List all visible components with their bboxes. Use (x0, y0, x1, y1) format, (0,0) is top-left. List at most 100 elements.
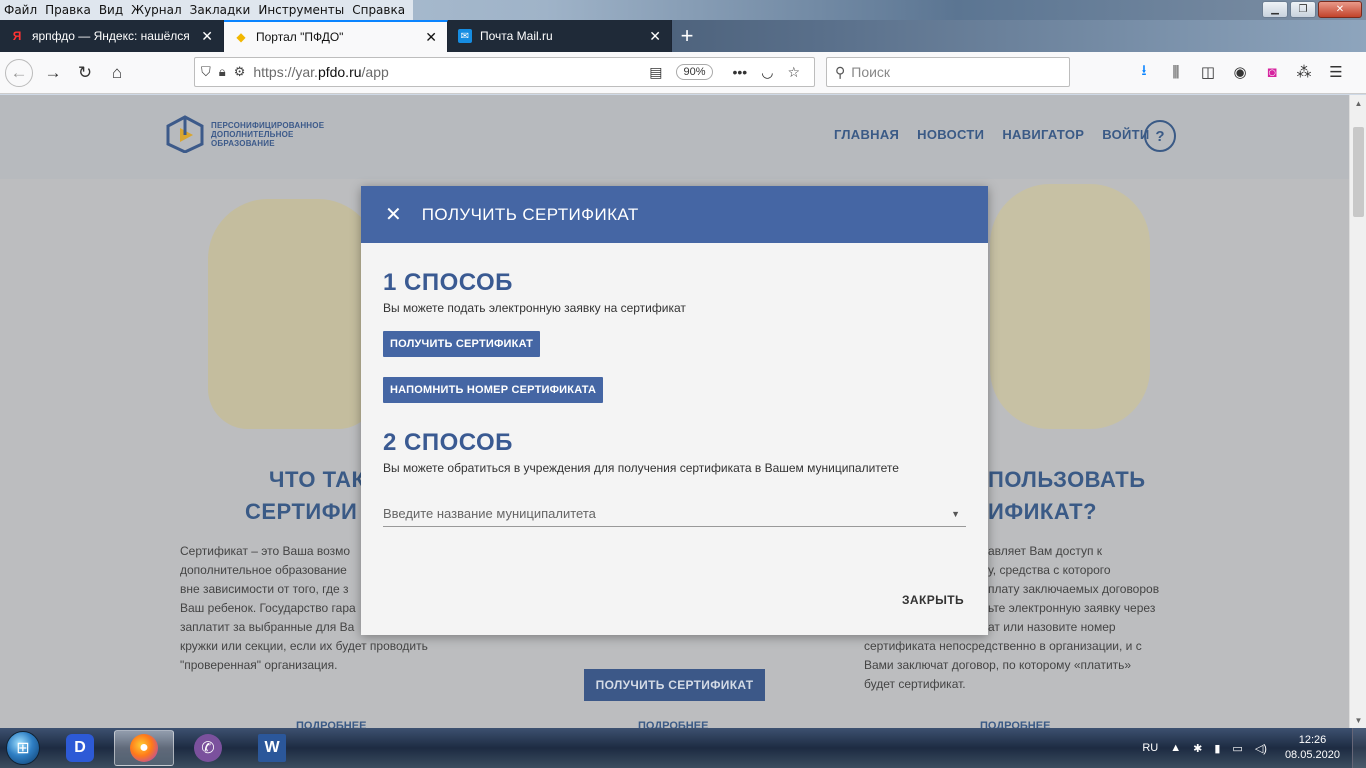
way2-description: Вы можете обратиться в учреждения для по… (383, 461, 899, 475)
search-placeholder: Поиск (851, 64, 891, 80)
account-icon[interactable]: ◉ (1228, 57, 1252, 87)
pfdo-logo-icon (165, 115, 205, 154)
taskbar-app-firefox[interactable]: ● (114, 730, 174, 766)
taskbar-app-viber[interactable]: ✆ (178, 730, 238, 766)
text-line: авляет Вам доступ к (988, 544, 1103, 558)
close-tab-icon[interactable]: ✕ (425, 29, 437, 46)
text-line: "проверенная" организация. (180, 658, 338, 672)
municipality-placeholder: Введите название муниципалитета (383, 506, 596, 521)
nav-navigator[interactable]: НАВИГАТОР (1002, 127, 1084, 142)
bluetooth-icon[interactable]: ✱ (1193, 742, 1202, 755)
bookmark-star-icon[interactable]: ☆ (787, 64, 800, 81)
battery-icon[interactable]: ▮ (1214, 742, 1220, 755)
extensions-icon[interactable]: ⁂ (1292, 57, 1316, 87)
permissions-icon[interactable]: ⚙ (234, 64, 246, 80)
back-button[interactable]: ← (5, 58, 33, 87)
tab-strip: Я ярпфдо — Яндекс: нашёлся 7... ✕ ◆ Порт… (0, 20, 1366, 52)
menu-bookmarks[interactable]: Закладки (186, 3, 255, 17)
way1-description: Вы можете подать электронную заявку на с… (383, 301, 686, 315)
close-tab-icon[interactable]: ✕ (649, 28, 661, 45)
menu-help[interactable]: Справка (348, 3, 409, 17)
logo-line: ОБРАЗОВАНИЕ (211, 138, 275, 148)
chevron-down-icon[interactable]: ▼ (951, 509, 960, 519)
instagram-icon[interactable]: ◙ (1260, 57, 1284, 87)
network-icon[interactable]: ▭ (1232, 742, 1242, 755)
taskbar-app-word[interactable]: W (242, 730, 302, 766)
start-button[interactable]: ⊞ (0, 728, 46, 768)
search-icon: ⚲ (835, 63, 846, 80)
page-scrollbar[interactable]: ▲ ▼ (1349, 95, 1366, 728)
url-bar[interactable]: ⛉ 🔒︎ ⚙ https://yar.pfdo.ru/app ▤ 90% •••… (194, 57, 815, 87)
system-tray: RU ▲ ✱ ▮ ▭ ◁) 12:26 08.05.2020 (1130, 728, 1340, 768)
menu-tools[interactable]: Инструменты (254, 3, 348, 17)
municipality-select[interactable]: Введите название муниципалитета ▼ (383, 501, 966, 527)
close-dialog-button[interactable]: ЗАКРЫТЬ (900, 587, 966, 613)
navigation-toolbar: ← → ↻ ⌂ ⛉ 🔒︎ ⚙ https://yar.pfdo.ru/app ▤… (0, 52, 1366, 94)
dialog-title: ПОЛУЧИТЬ СЕРТИФИКАТ (421, 204, 639, 224)
tray-expand-icon[interactable]: ▲ (1170, 742, 1181, 754)
dialog-header: ✕ ПОЛУЧИТЬ СЕРТИФИКАТ (361, 186, 988, 243)
menu-hamburger-icon[interactable]: ☰ (1324, 57, 1348, 87)
menu-edit[interactable]: Правка (41, 3, 95, 17)
reload-button[interactable]: ↻ (69, 57, 101, 89)
right-paragraph-rest: сертификата непосредственно в организаци… (864, 637, 1142, 694)
url-text[interactable]: https://yar.pfdo.ru/app (253, 64, 649, 80)
get-certificate-page-button[interactable]: ПОЛУЧИТЬ СЕРТИФИКАТ (584, 669, 765, 701)
sidebar-icon[interactable]: ◫ (1196, 57, 1220, 87)
show-desktop-button[interactable] (1352, 728, 1366, 768)
forward-button[interactable]: → (37, 57, 69, 89)
text-line: кружки или секции, если их будет проводи… (180, 639, 428, 653)
close-tab-icon[interactable]: ✕ (201, 28, 213, 45)
reader-view-icon[interactable]: ▤ (649, 64, 662, 81)
maximize-button[interactable]: ❐ (1290, 1, 1316, 18)
menu-history[interactable]: Журнал (127, 3, 186, 17)
library-icon[interactable]: ⫼ (1164, 57, 1188, 87)
windows-taskbar: ⊞ D ● ✆ W RU ▲ ✱ ▮ ▭ ◁) 12:26 08.05.2020 (0, 728, 1366, 768)
menu-file[interactable]: Файл (0, 3, 41, 17)
volume-icon[interactable]: ◁) (1255, 742, 1267, 755)
section-heading: ИФИКАТ? (988, 499, 1097, 524)
menu-view[interactable]: Вид (95, 3, 127, 17)
zoom-indicator[interactable]: 90% (676, 64, 713, 80)
download-icon[interactable]: ⭳ (1132, 57, 1156, 87)
more-link[interactable]: ПОДРОБНЕЕ (980, 720, 1050, 728)
get-certificate-button[interactable]: ПОЛУЧИТЬ СЕРТИФИКАТ (383, 331, 541, 357)
section-heading: СЕРТИФИ (245, 499, 358, 524)
right-paragraph-part: авляет Вам доступ к у, средства с которо… (988, 542, 1159, 637)
scroll-thumb[interactable] (1353, 127, 1364, 217)
remind-certificate-number-button[interactable]: НАПОМНИТЬ НОМЕР СЕРТИФИКАТА (383, 377, 604, 403)
page-actions-icon[interactable]: ••• (733, 64, 748, 80)
more-link[interactable]: ПОДРОБНЕЕ (638, 720, 708, 728)
pocket-icon[interactable]: ◡ (761, 64, 773, 81)
search-box[interactable]: ⚲ Поиск (826, 57, 1070, 87)
more-link[interactable]: ПОДРОБНЕЕ (296, 720, 366, 728)
nav-news[interactable]: НОВОСТИ (917, 127, 984, 142)
taskbar-app-d[interactable]: D (50, 730, 110, 766)
firefox-icon: ● (130, 734, 158, 762)
close-icon[interactable]: ✕ (385, 202, 402, 227)
language-indicator[interactable]: RU (1142, 742, 1158, 754)
close-window-button[interactable]: ✕ (1318, 1, 1362, 18)
nav-login[interactable]: ВОЙТИ (1102, 127, 1149, 142)
clock[interactable]: 12:26 08.05.2020 (1285, 733, 1340, 763)
minimize-button[interactable]: ▁ (1262, 1, 1288, 18)
logo-line: ДОПОЛНИТЕЛЬНОЕ (211, 129, 294, 139)
tab-mail[interactable]: ✉ Почта Mail.ru ✕ (448, 20, 672, 52)
scroll-up-icon[interactable]: ▲ (1350, 95, 1366, 111)
site-logo[interactable]: ПЕРСОНИФИЦИРОВАННОЕ ДОПОЛНИТЕЛЬНОЕ ОБРАЗ… (165, 115, 324, 154)
lock-icon[interactable]: 🔒︎ (219, 64, 226, 80)
text-line: Вами заключат договор, по которому «плат… (864, 658, 1132, 672)
clock-time: 12:26 (1298, 734, 1327, 746)
tab-yandex[interactable]: Я ярпфдо — Яндекс: нашёлся 7... ✕ (0, 20, 224, 52)
get-certificate-dialog: ✕ ПОЛУЧИТЬ СЕРТИФИКАТ 1 СПОСОБ Вы можете… (361, 186, 988, 635)
new-tab-button[interactable]: + (672, 20, 702, 52)
url-prefix: https://yar. (253, 64, 318, 80)
text-line: будет сертификат. (864, 677, 966, 691)
scroll-down-icon[interactable]: ▼ (1350, 712, 1366, 728)
help-button[interactable]: ? (1144, 120, 1176, 152)
text-line: ьте электронную заявку через (988, 601, 1156, 615)
tab-pfdo[interactable]: ◆ Портал "ПФДО" ✕ (224, 20, 448, 52)
nav-home[interactable]: ГЛАВНАЯ (834, 127, 899, 142)
shield-icon[interactable]: ⛉ (201, 64, 211, 80)
home-button[interactable]: ⌂ (101, 57, 133, 89)
